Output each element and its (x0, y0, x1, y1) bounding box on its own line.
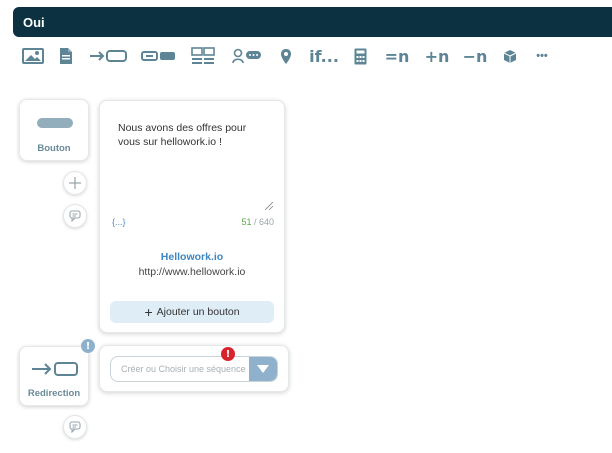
message-textarea[interactable]: Nous avons des offres pour vous sur hell… (118, 121, 268, 149)
char-counter: 51 / 640 (241, 217, 274, 227)
redirect-block-card[interactable]: Redirection (19, 346, 89, 406)
button-icon[interactable] (141, 42, 177, 70)
add-button-button[interactable]: + Ajouter un bouton (110, 301, 274, 323)
char-max: / 640 (253, 217, 274, 227)
dropdown-arrow[interactable] (249, 357, 277, 381)
decrement-variable-label: −n (462, 46, 488, 66)
sequence-select[interactable]: Créer ou Choisir une séquence (110, 356, 278, 382)
comment-icon (69, 210, 81, 222)
more-icon: ••• (536, 50, 548, 62)
user-input-icon[interactable] (232, 42, 262, 70)
plugin-icon[interactable] (502, 42, 518, 70)
link-preview-title[interactable]: Hellowork.io (100, 251, 284, 263)
chevron-down-icon (257, 365, 269, 373)
decrement-variable-button[interactable]: −n (460, 42, 490, 70)
toolbar: if... =n +n −n ••• (0, 42, 612, 70)
condition-label: if... (309, 46, 339, 66)
condition-button[interactable]: if... (308, 42, 340, 70)
increment-variable-button[interactable]: +n (422, 42, 452, 70)
insert-variable-button[interactable]: {...} (112, 217, 126, 227)
sequence-placeholder: Créer ou Choisir une séquence (121, 364, 246, 374)
redirect-icon (32, 362, 78, 376)
increment-variable-label: +n (424, 46, 450, 66)
button-block-label: Bouton (37, 143, 71, 154)
comment-icon (69, 421, 81, 433)
error-badge: ! (221, 347, 235, 361)
add-button[interactable] (63, 171, 87, 195)
plus-icon (69, 177, 81, 189)
image-icon[interactable] (20, 42, 46, 70)
block-title-bar[interactable]: Oui (13, 7, 612, 37)
redirect-comment-button[interactable] (63, 415, 87, 439)
more-button[interactable]: ••• (530, 42, 554, 70)
calculator-icon[interactable] (352, 42, 368, 70)
redirect-icon[interactable] (88, 42, 128, 70)
message-card: Nous avons des offres pour vous sur hell… (99, 100, 285, 333)
button-shape-icon (37, 118, 73, 128)
block-title: Oui (23, 14, 45, 30)
document-icon[interactable] (56, 42, 76, 70)
set-variable-button[interactable]: =n (382, 42, 412, 70)
sequence-card: Créer ou Choisir une séquence (99, 345, 289, 392)
info-badge: ! (81, 339, 95, 353)
button-block-card[interactable]: Bouton (19, 99, 89, 161)
gallery-icon[interactable] (190, 42, 216, 70)
location-icon[interactable] (278, 42, 294, 70)
char-used: 51 (241, 217, 252, 227)
resize-handle-icon[interactable] (265, 202, 273, 210)
set-variable-label: =n (384, 46, 410, 66)
comment-button[interactable] (63, 204, 87, 228)
link-preview-url[interactable]: http://www.hellowork.io (100, 266, 284, 278)
plus-icon: + (144, 304, 153, 320)
add-button-label: Ajouter un bouton (156, 306, 240, 318)
redirect-block-label: Redirection (27, 388, 81, 399)
